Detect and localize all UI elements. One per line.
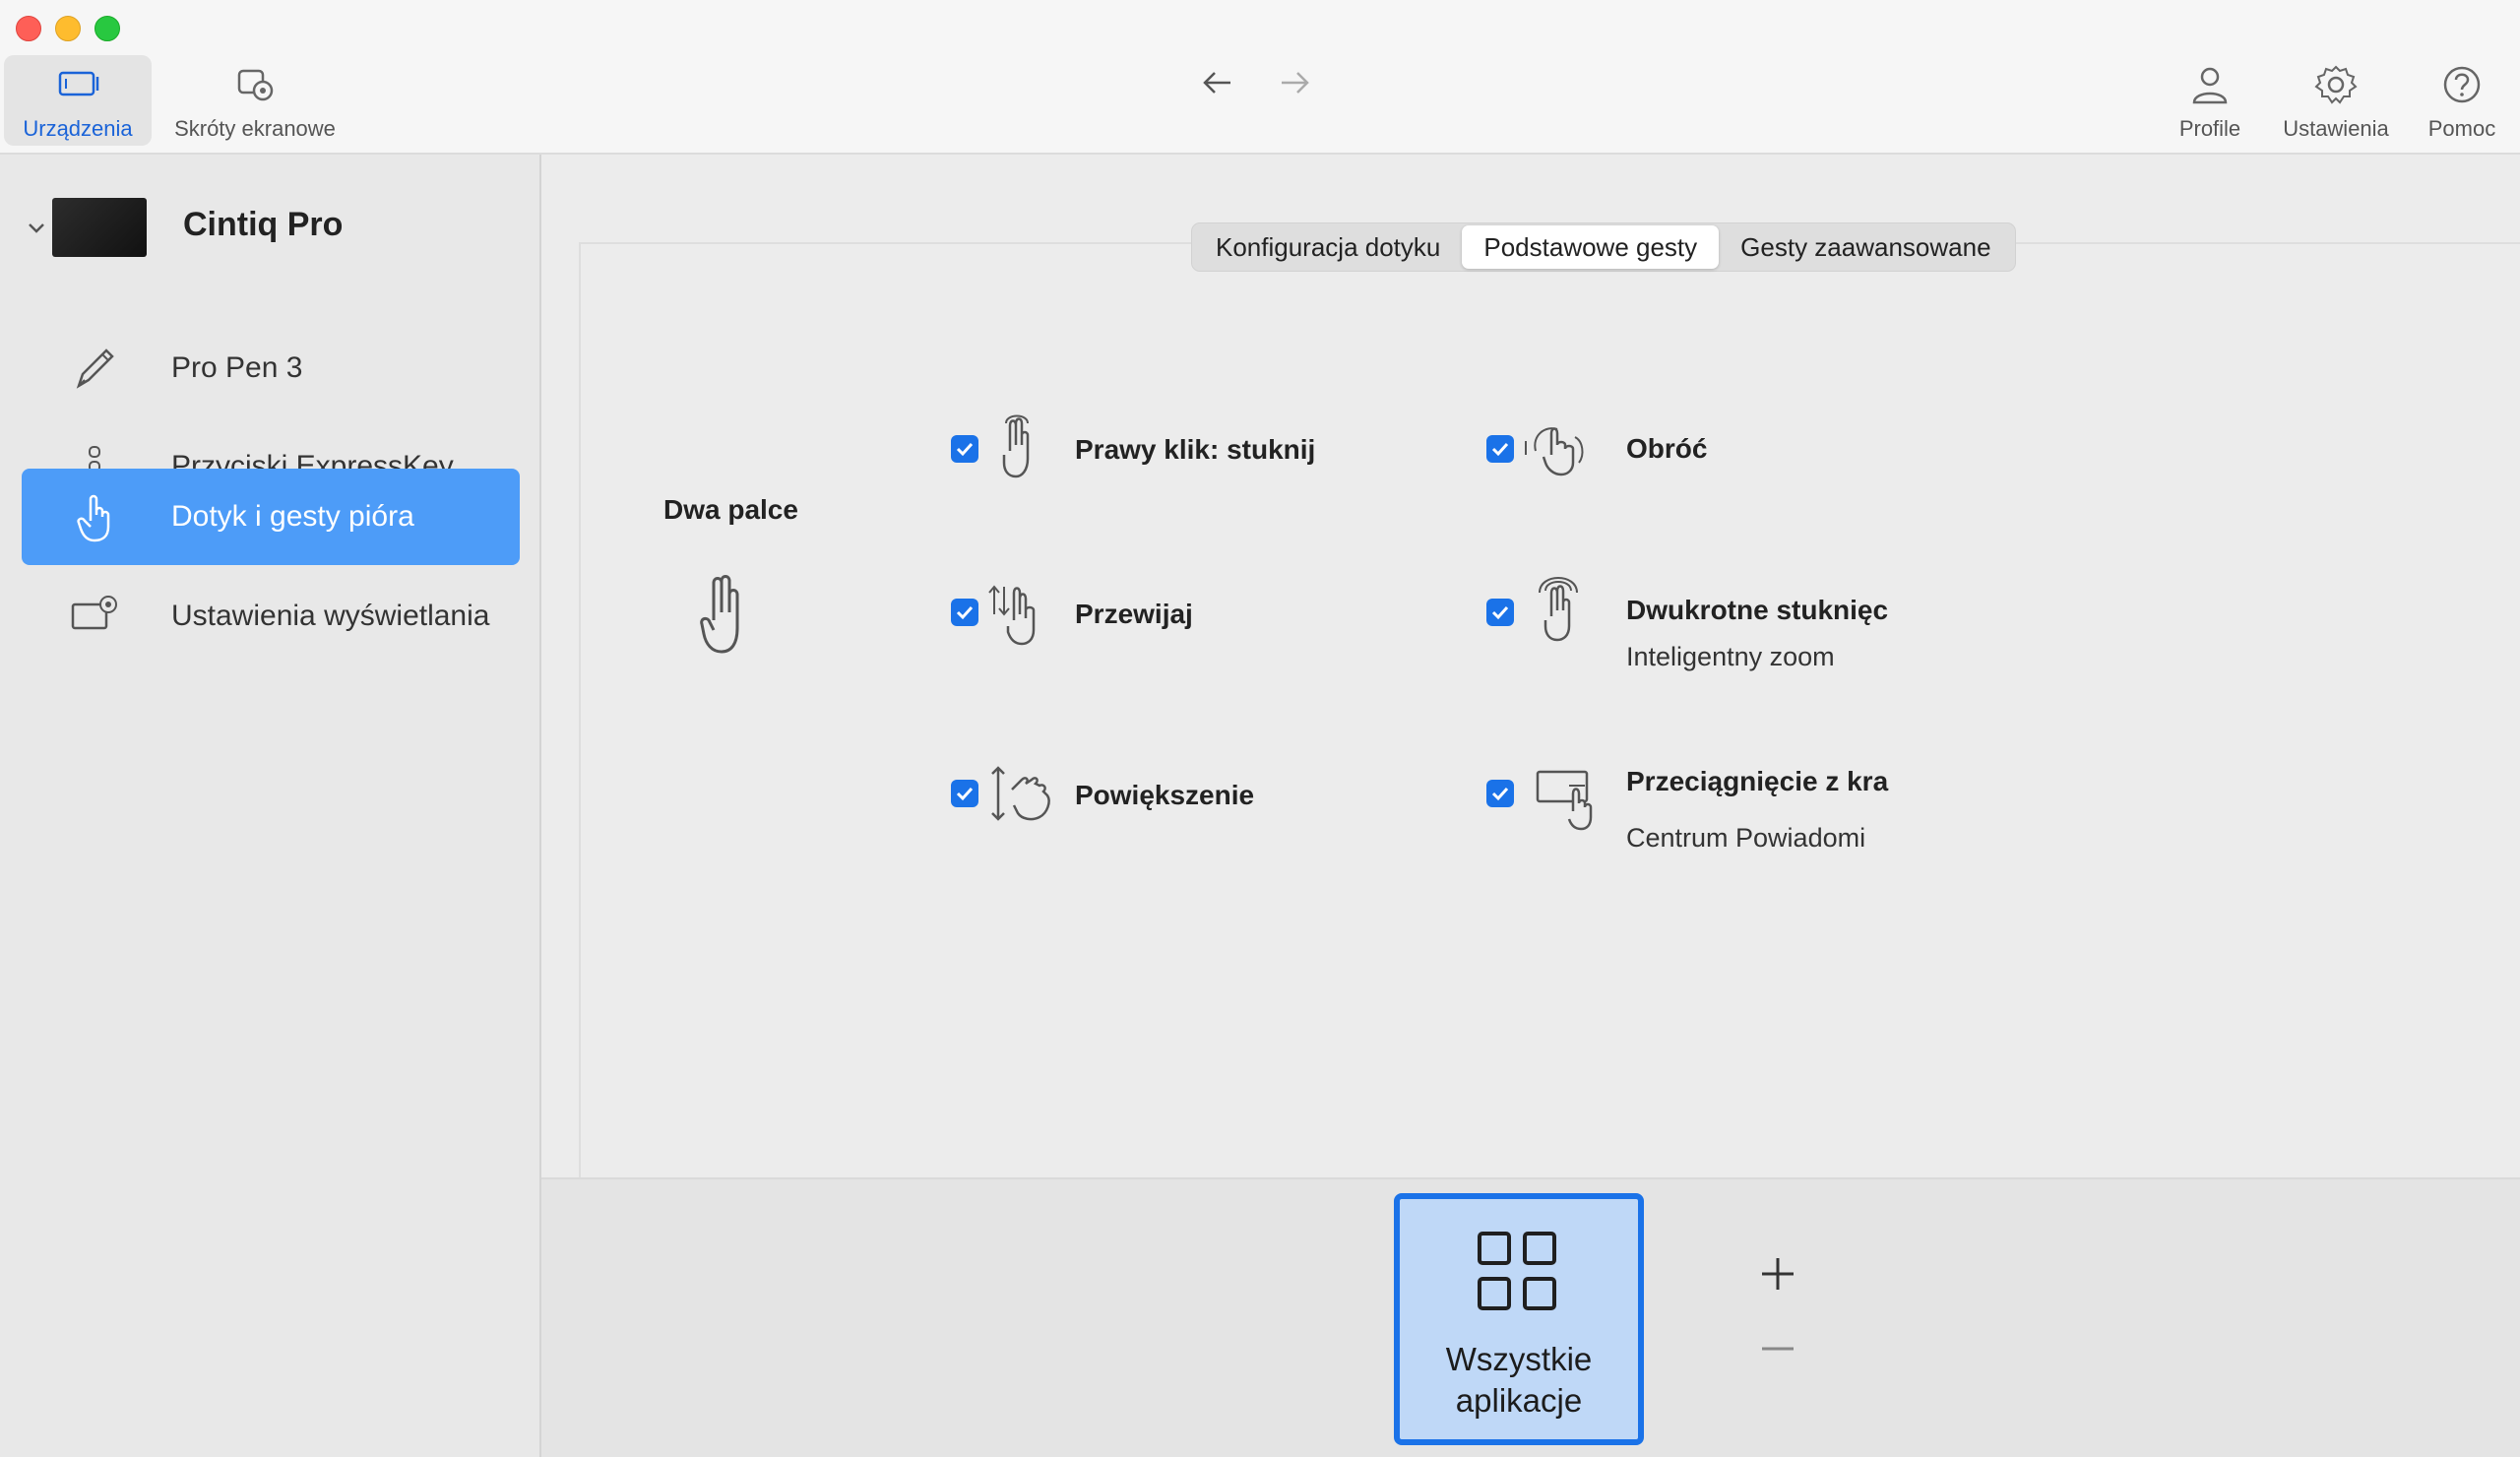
tab-basic-gestures[interactable]: Podstawowe gesty (1462, 225, 1720, 269)
double-tap-icon (1539, 577, 1578, 642)
all-applications-tile[interactable]: Wszystkie aplikacje (1394, 1193, 1644, 1445)
app-window: Urządzenia Skróty ekranowe Profile Ustaw… (0, 0, 2520, 1457)
sidebar-item-touch-gestures[interactable]: Dotyk i gesty pióra (22, 469, 520, 565)
remove-icon[interactable] (1758, 1329, 1797, 1368)
help-label: Pomoc (2427, 116, 2496, 141)
person-icon (2192, 67, 2228, 104)
gesture-title: Przeciągnięcie z kra (1626, 766, 1889, 796)
sidebar-item-label: Pro Pen 3 (171, 351, 303, 384)
two-finger-tap-icon (1002, 414, 1030, 478)
sidebar-item-display-settings[interactable]: Ustawienia wyświetlania (22, 568, 520, 665)
back-arrow-icon[interactable] (1197, 65, 1236, 100)
device-name: Cintiq Pro (183, 206, 344, 243)
close-window-button[interactable] (16, 16, 41, 41)
chevron-down-icon[interactable] (24, 216, 49, 241)
edge-swipe-checkbox[interactable] (1486, 780, 1514, 807)
sidebar-item-label: Ustawienia wyświetlania (171, 600, 490, 632)
edge-swipe-icon (1536, 770, 1593, 831)
tab-touch-configuration[interactable]: Konfiguracja dotyku (1194, 225, 1462, 269)
two-finger-hand-icon (700, 575, 739, 654)
checkmark-icon (956, 442, 974, 457)
device-thumbnail (52, 198, 147, 257)
sidebar: Cintiq Pro Pro Pen 3 Przyciski ExpressKe… (0, 155, 541, 1457)
hand-touch-icon (77, 494, 110, 542)
display-settings-icon (71, 596, 117, 630)
checkmark-icon (1491, 787, 1509, 801)
shortcuts-tab-label: Skróty ekranowe (174, 116, 336, 141)
devices-tab-label: Urządzenia (23, 116, 133, 141)
gesture-title: Przewijaj (1075, 599, 1193, 629)
sidebar-item-label: Dotyk i gesty pióra (171, 500, 414, 533)
settings-button[interactable]: Ustawienia (2274, 55, 2398, 146)
device-header[interactable]: Cintiq Pro (0, 190, 539, 269)
shortcuts-tab-button[interactable]: Skróty ekranowe (161, 55, 348, 146)
add-icon[interactable] (1758, 1254, 1797, 1294)
tile-line-2: aplikacje (1455, 1382, 1583, 1419)
gesture-title: Dwukrotne stuknięc (1626, 595, 1889, 625)
settings-label: Ustawienia (2283, 116, 2389, 141)
profile-label: Profile (2178, 116, 2241, 141)
checkmark-icon (1491, 442, 1509, 457)
rotate-checkbox[interactable] (1486, 435, 1514, 463)
scroll-gesture-icon (988, 585, 1036, 646)
toolbar: Urządzenia Skróty ekranowe Profile Ustaw… (0, 0, 2520, 155)
checkmark-icon (956, 605, 974, 620)
minimize-window-button[interactable] (55, 16, 81, 41)
devices-tab-button[interactable]: Urządzenia (4, 55, 152, 146)
scroll-checkbox[interactable] (951, 599, 978, 626)
gesture-tabs: Konfiguracja dotyku Podstawowe gesty Ges… (1191, 222, 2016, 272)
help-icon (2443, 66, 2481, 103)
checkmark-icon (956, 787, 974, 801)
gesture-subtitle: Inteligentny zoom (1626, 642, 1835, 671)
gestures-panel (579, 242, 2520, 1179)
gesture-title: Obróć (1626, 433, 1708, 464)
zoom-checkbox[interactable] (951, 780, 978, 807)
sidebar-item-pro-pen[interactable]: Pro Pen 3 (22, 320, 520, 416)
gear-icon (2314, 65, 2358, 104)
help-button[interactable]: Pomoc (2418, 55, 2506, 146)
gesture-subtitle: Centrum Powiadomi (1626, 823, 1866, 853)
tablet-icon (58, 71, 99, 96)
gesture-title: Prawy klik: stuknij (1075, 434, 1316, 465)
onscreen-shortcuts-icon (237, 69, 274, 101)
forward-arrow-icon[interactable] (1276, 65, 1315, 100)
gesture-title: Powiększenie (1075, 780, 1255, 810)
double-tap-checkbox[interactable] (1486, 599, 1514, 626)
tile-line-1: Wszystkie (1445, 1341, 1593, 1377)
right-click-checkbox[interactable] (951, 435, 978, 463)
all-applications-label: Wszystkie aplikacje (1400, 1339, 1638, 1422)
rotate-gesture-icon (1525, 427, 1584, 476)
checkmark-icon (1491, 605, 1509, 620)
zoom-window-button[interactable] (94, 16, 120, 41)
profile-button[interactable]: Profile (2166, 55, 2254, 146)
pen-icon (76, 348, 114, 389)
tab-advanced-gestures[interactable]: Gesty zaawansowane (1719, 225, 2012, 269)
gesture-group-label: Dwa palce (663, 494, 798, 525)
pinch-zoom-icon (991, 766, 1050, 821)
grid-icon (1478, 1232, 1556, 1310)
